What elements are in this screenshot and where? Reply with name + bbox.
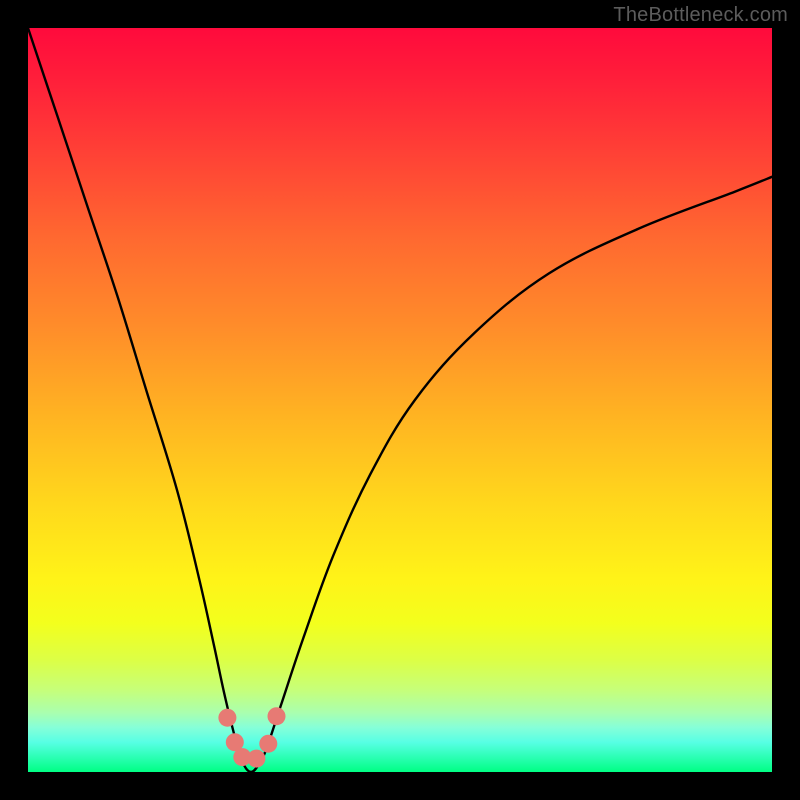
bottleneck-curve xyxy=(28,28,772,772)
plot-area xyxy=(28,28,772,772)
curve-markers xyxy=(218,707,285,767)
curve-marker xyxy=(218,709,236,727)
watermark-text: TheBottleneck.com xyxy=(613,4,788,27)
chart-frame: TheBottleneck.com xyxy=(0,0,800,800)
curve-marker xyxy=(247,750,265,768)
curve-marker xyxy=(268,707,286,725)
bottleneck-curve-svg xyxy=(28,28,772,772)
curve-marker xyxy=(259,735,277,753)
